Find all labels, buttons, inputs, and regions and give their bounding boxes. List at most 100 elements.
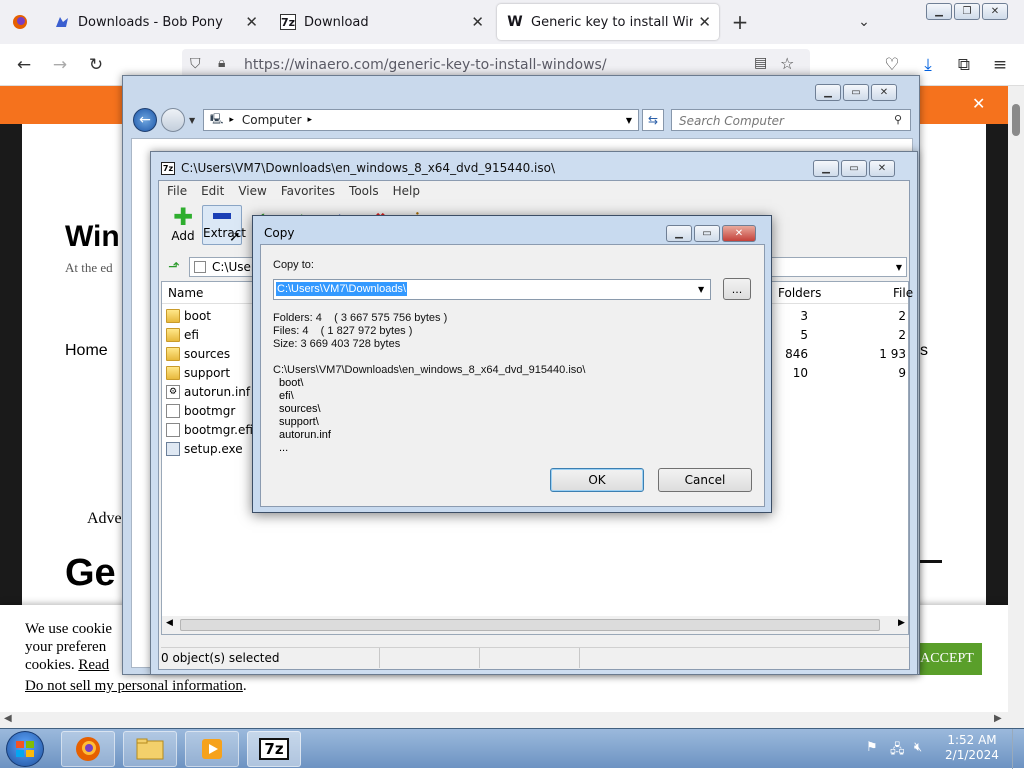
scrollbar-thumb[interactable] [1012, 104, 1020, 136]
path-text[interactable]: C:\User [212, 260, 256, 274]
file-files-count: 1 93 [879, 346, 906, 361]
volume-muted-icon[interactable]: 🔇︎ [914, 740, 922, 755]
tab-bob-pony[interactable]: Downloads - Bob Pony ✕ [44, 4, 266, 40]
mouse-cursor-icon: ➚ [229, 229, 241, 245]
parent-folder-icon[interactable]: ⬏ [163, 257, 185, 277]
menu-favorites[interactable]: Favorites [281, 184, 335, 198]
menu-file[interactable]: File [167, 184, 187, 198]
explorer-search-box[interactable]: Search Computer ⚲ [671, 109, 911, 131]
address-dropdown-icon[interactable]: ▼ [626, 116, 632, 125]
tab-close-icon[interactable]: ✕ [471, 13, 484, 31]
file-list-hscroll[interactable]: ◀ ▶ [162, 616, 908, 634]
action-center-flag-icon[interactable]: ⚑ [866, 740, 878, 755]
breadcrumb-arrow-icon[interactable]: ▸ [229, 115, 234, 125]
menu-help[interactable]: Help [393, 184, 420, 198]
browse-button[interactable]: ... [723, 278, 751, 300]
menu-tools[interactable]: Tools [349, 184, 379, 198]
breadcrumb-computer[interactable]: Computer [242, 113, 302, 127]
destination-combobox[interactable]: C:\Users\VM7\Downloads\ ▼ [273, 279, 711, 300]
page-horizontal-scrollbar[interactable]: ◀ ▶ [0, 712, 1024, 728]
reader-view-icon[interactable]: ▤ [754, 55, 767, 71]
scrollbar-thumb[interactable] [180, 619, 880, 631]
accept-cookies-button[interactable]: ACCEPT [912, 643, 982, 675]
maximize-icon[interactable]: ▭ [843, 84, 869, 101]
taskbar-firefox[interactable] [61, 731, 115, 767]
minimize-icon[interactable]: ▁ [815, 84, 841, 101]
file-files-count: 2 [898, 327, 906, 342]
minimize-icon[interactable]: ▁ [666, 225, 692, 242]
system-clock[interactable]: 1:52 AM 2/1/2024 [944, 733, 1000, 763]
page-vertical-scrollbar[interactable] [1008, 86, 1024, 712]
restore-icon[interactable]: ❐ [954, 3, 980, 20]
back-icon[interactable]: ← [12, 53, 36, 77]
minimize-icon[interactable]: ▁ [813, 160, 839, 177]
new-tab-icon[interactable]: + [728, 10, 752, 34]
close-icon[interactable]: ✕ [869, 160, 895, 177]
add-button[interactable]: ✚ Add [165, 205, 201, 245]
column-folders[interactable]: Folders [778, 286, 821, 300]
menu-edit[interactable]: Edit [201, 184, 224, 198]
recent-pages-icon[interactable]: ▼ [189, 116, 195, 125]
close-icon[interactable]: ✕ [871, 84, 897, 101]
list-all-tabs-icon[interactable]: ⌄ [852, 10, 876, 34]
settings-file-icon: ⚙ [166, 384, 180, 399]
path-dropdown-icon[interactable]: ▼ [896, 263, 902, 272]
read-more-link[interactable]: Read [78, 657, 109, 673]
minimize-icon[interactable]: ▁ [926, 3, 952, 20]
destination-dropdown-icon[interactable]: ▼ [698, 285, 704, 294]
search-icon[interactable]: ⚲ [894, 113, 902, 126]
cancel-button[interactable]: Cancel [658, 468, 752, 492]
start-button[interactable] [6, 731, 44, 767]
shield-icon[interactable]: ⛉ [190, 56, 201, 72]
refresh-icon[interactable]: ⇆ [642, 109, 664, 131]
taskbar-media-player[interactable] [185, 731, 239, 767]
scroll-left-icon[interactable]: ◀ [166, 618, 173, 628]
show-desktop-button[interactable] [1012, 729, 1024, 769]
copy-item: efi\ [279, 390, 294, 402]
tab-generic-key[interactable]: W Generic key to install Windows ✕ [497, 4, 719, 40]
close-icon[interactable]: ✕ [722, 225, 756, 242]
explorer-back-icon[interactable]: ← [133, 108, 157, 132]
ok-button[interactable]: OK [550, 468, 644, 492]
tab-close-icon[interactable]: ✕ [698, 13, 711, 31]
explorer-forward-icon[interactable] [161, 108, 185, 132]
downloads-icon[interactable]: ⤓ [916, 53, 940, 77]
copy-item: sources\ [279, 403, 321, 415]
explorer-address-bar[interactable]: 🖳︎ ▸ Computer ▸ ▼ [203, 109, 639, 131]
menu-view[interactable]: View [238, 184, 266, 198]
pocket-icon[interactable]: ♡ [880, 53, 904, 77]
site-title[interactable]: Win [65, 220, 120, 254]
file-name: boot [184, 308, 212, 323]
column-files[interactable]: File [893, 286, 913, 300]
bookmark-star-icon[interactable]: ☆ [780, 54, 794, 73]
column-name[interactable]: Name [168, 286, 203, 300]
taskbar-7zip[interactable]: 7z [247, 731, 301, 767]
url-text[interactable]: https://winaero.com/generic-key-to-insta… [244, 57, 607, 73]
forward-icon[interactable]: → [48, 53, 72, 77]
nav-home-link[interactable]: Home [65, 342, 108, 360]
reload-icon[interactable]: ↻ [84, 53, 108, 77]
do-not-sell-link[interactable]: Do not sell my personal information [25, 678, 243, 694]
firefox-icon [76, 737, 100, 761]
folder-icon [166, 346, 180, 361]
destination-path[interactable]: C:\Users\VM7\Downloads\ [276, 282, 407, 296]
breadcrumb-arrow-icon[interactable]: ▸ [308, 115, 313, 125]
maximize-icon[interactable]: ▭ [694, 225, 720, 242]
extensions-icon[interactable]: ⧉ [952, 53, 976, 77]
taskbar-explorer[interactable] [123, 731, 177, 767]
close-icon[interactable]: ✕ [982, 3, 1008, 20]
firefox-menu-icon[interactable] [8, 10, 32, 34]
scroll-right-icon[interactable]: ▶ [994, 713, 1002, 724]
scroll-left-icon[interactable]: ◀ [4, 713, 12, 724]
tab-download[interactable]: 7z Download ✕ [270, 4, 492, 40]
nav-item-fragment[interactable]: s [920, 342, 928, 360]
banner-close-icon[interactable]: ✕ [972, 94, 985, 113]
hamburger-menu-icon[interactable]: ≡ [988, 53, 1012, 77]
network-icon[interactable]: 🖧 [890, 740, 905, 762]
tab-title: Download [304, 14, 369, 30]
lock-icon[interactable]: 🔒︎ [218, 55, 225, 71]
browser-tab-bar: Downloads - Bob Pony ✕ 7z Download ✕ W G… [0, 0, 1024, 44]
scroll-right-icon[interactable]: ▶ [898, 618, 905, 628]
tab-close-icon[interactable]: ✕ [245, 13, 258, 31]
maximize-icon[interactable]: ▭ [841, 160, 867, 177]
